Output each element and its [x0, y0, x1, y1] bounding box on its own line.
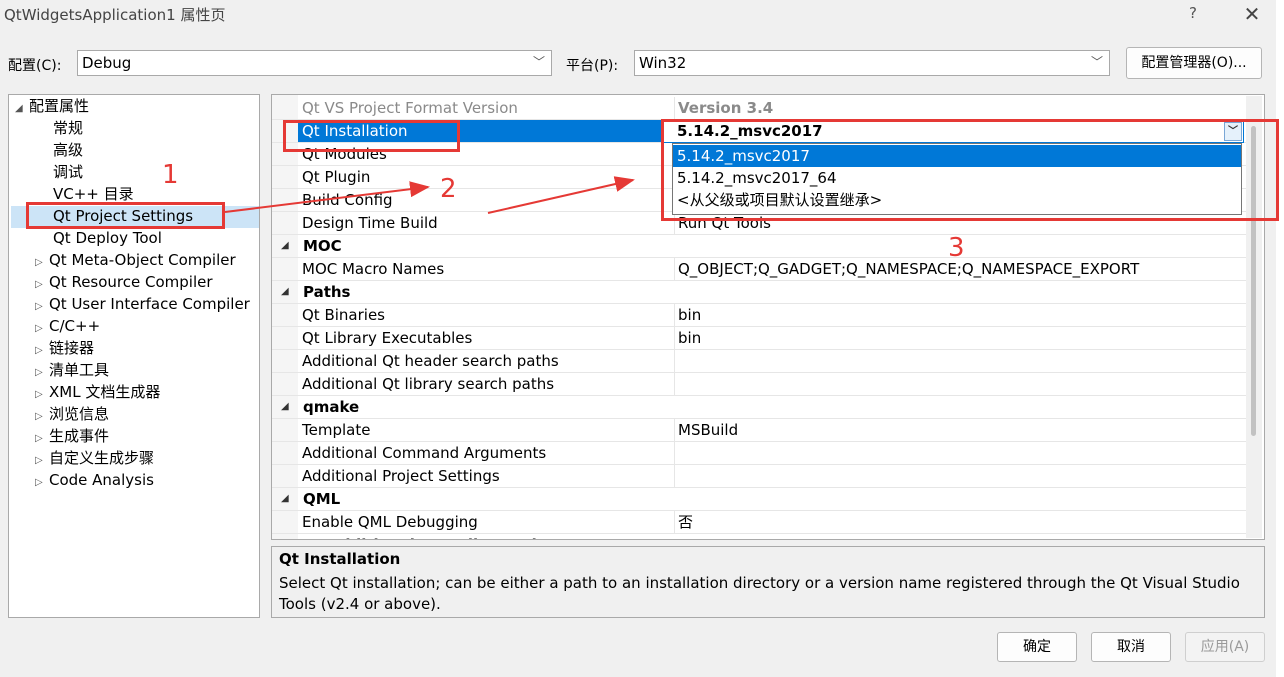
annotation-arrow-2 [224, 181, 430, 213]
annotation-arrows [224, 176, 635, 214]
annotation-arrow-3 [487, 176, 635, 214]
